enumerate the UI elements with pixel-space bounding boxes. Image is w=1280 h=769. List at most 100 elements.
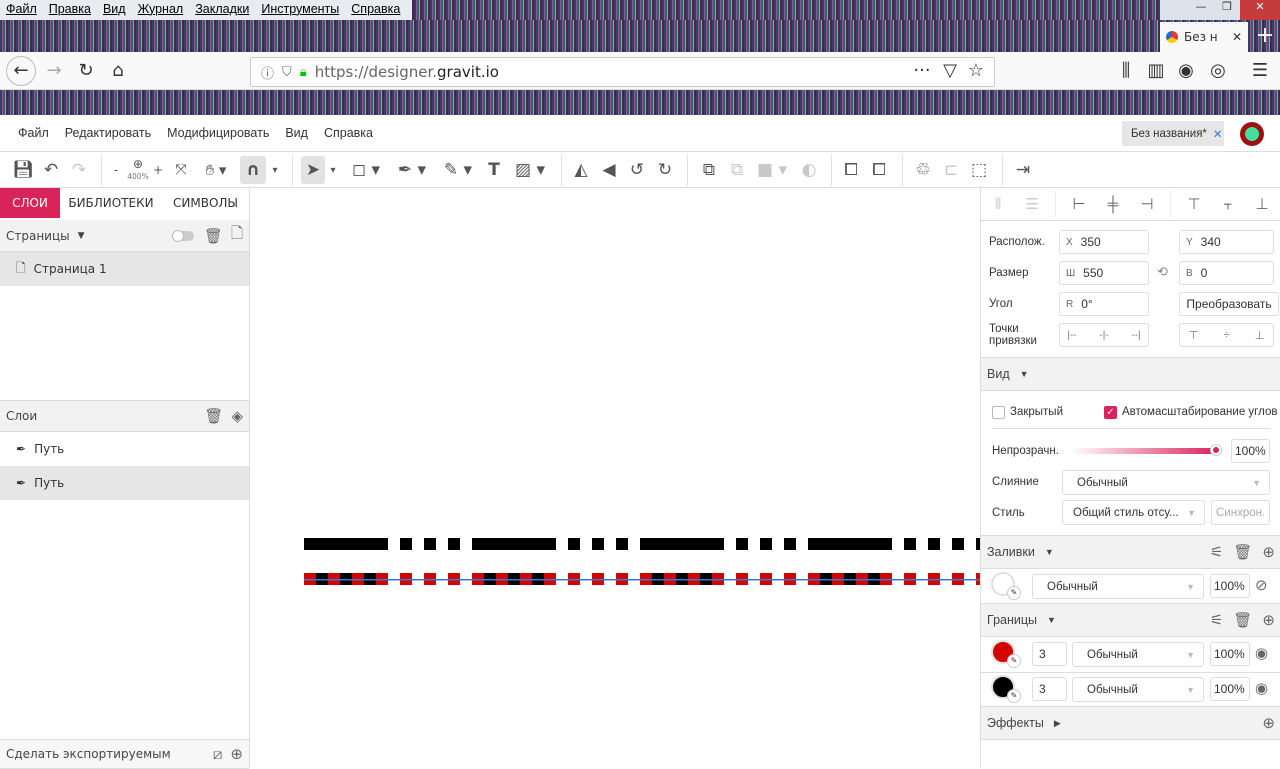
undo-icon[interactable]: ↶	[40, 156, 62, 184]
save-icon[interactable]: 💾︎	[12, 156, 34, 184]
export-icon[interactable]: ⇥	[1012, 156, 1034, 184]
select-area-icon[interactable]: ⬚	[968, 156, 990, 184]
x-field[interactable]: X 350	[1059, 230, 1149, 254]
browser-tab-active[interactable]: Без н ✕	[1160, 22, 1248, 52]
menu-modify[interactable]: Модифицировать	[167, 126, 269, 140]
border-mode-select[interactable]: Обычный ▼	[1072, 642, 1204, 667]
dash-long[interactable]	[304, 538, 388, 550]
trash-icon[interactable]: 🗑︎	[1233, 611, 1252, 629]
style-select[interactable]: Общий стиль отсу... ▼	[1062, 500, 1205, 525]
hamburger-menu-icon[interactable]: ☰	[1246, 60, 1274, 81]
eye-icon[interactable]: ◉	[1255, 679, 1268, 697]
opacity-slider-handle[interactable]	[1211, 445, 1221, 455]
rotate-right-icon[interactable]: ↻	[654, 156, 676, 184]
page-actions-icon[interactable]: ···	[908, 60, 936, 81]
zoom-out-button[interactable]: -	[110, 156, 122, 184]
dash-long[interactable]	[808, 538, 892, 550]
y-field[interactable]: Y 340	[1179, 230, 1274, 254]
dash-short[interactable]	[952, 538, 964, 550]
canvas-drawing[interactable]	[250, 188, 980, 768]
eye-hidden-icon[interactable]: ⊘	[1255, 576, 1268, 594]
link-proportions-icon[interactable]: ⟲	[1157, 264, 1168, 280]
info-icon[interactable]: ⓘ	[261, 63, 274, 82]
border-opacity-field[interactable]: 100%	[1210, 642, 1250, 666]
fill-mode-select[interactable]: Обычный ▼	[1032, 574, 1204, 599]
border-swatch-red[interactable]: ✎	[991, 640, 1027, 670]
anchor-middle-icon[interactable]: ÷	[1223, 329, 1229, 341]
chevron-right-icon[interactable]: ▶	[1054, 718, 1061, 729]
os-menu-help[interactable]: Справка	[345, 0, 406, 20]
dash-short[interactable]	[928, 538, 940, 550]
align-top-icon[interactable]: ⊤	[1177, 195, 1211, 213]
rotate-left-icon[interactable]: ↺	[626, 156, 648, 184]
menu-help[interactable]: Справка	[324, 126, 373, 140]
menu-file[interactable]: Файл	[18, 126, 49, 140]
zoom-in-button[interactable]: +	[152, 156, 164, 184]
document-tab[interactable]: Без названия* ✕	[1122, 121, 1224, 146]
os-menu-edit[interactable]: Правка	[43, 0, 97, 20]
canvas[interactable]	[250, 188, 980, 768]
anchor-right-icon[interactable]: --|	[1131, 330, 1140, 341]
redo-icon[interactable]: ↷	[68, 156, 90, 184]
dash-short[interactable]	[904, 538, 916, 550]
back-icon[interactable]: ←	[6, 56, 36, 86]
shape-tool-icon[interactable]: ◻︎ ▾	[346, 156, 386, 184]
transform-button[interactable]: Преобразовать	[1179, 292, 1279, 316]
new-tab-button[interactable]: +	[1250, 22, 1280, 52]
dash-short[interactable]	[616, 538, 628, 550]
dash-short[interactable]	[568, 538, 580, 550]
sidebar-icon[interactable]: ▥	[1142, 60, 1170, 81]
make-exportable-label[interactable]: Сделать экспортируемым	[6, 747, 213, 761]
border-width-field[interactable]: 3	[1032, 677, 1067, 701]
flip-horizontal-icon[interactable]: ◭	[570, 156, 592, 184]
os-menu-bookmarks[interactable]: Закладки	[189, 0, 255, 20]
image-tool-icon[interactable]: ▨ ▾	[510, 156, 550, 184]
send-backward-icon[interactable]: ⧠	[868, 156, 890, 184]
trash-icon[interactable]: 🗑︎	[1233, 543, 1252, 561]
home-icon[interactable]: ⌂	[104, 60, 132, 81]
close-tab-icon[interactable]: ✕	[1232, 30, 1242, 44]
os-menu-tools[interactable]: Инструменты	[255, 0, 345, 20]
fill-swatch[interactable]: ✎	[991, 572, 1027, 602]
border-opacity-field[interactable]: 100%	[1210, 677, 1250, 701]
dash-short[interactable]	[736, 538, 748, 550]
dash-long[interactable]	[640, 538, 724, 550]
trash-icon[interactable]: 🗑︎	[204, 407, 223, 425]
pointer-tool-icon[interactable]: ➤	[301, 156, 325, 184]
boolean-ops-icon[interactable]: ■ ▾	[752, 156, 792, 184]
anchor-center-icon[interactable]: -|-	[1099, 330, 1108, 341]
align-left-icon[interactable]: ⊢	[1062, 195, 1096, 213]
sync-button[interactable]: Синхрон.	[1211, 500, 1270, 525]
add-page-icon[interactable]: 🗋	[231, 223, 243, 248]
dash-short[interactable]	[592, 538, 604, 550]
closed-checkbox[interactable]	[992, 406, 1005, 419]
align-bottom-icon[interactable]: ⊥	[1245, 195, 1279, 213]
align-center-h-icon[interactable]: ╪	[1096, 196, 1130, 213]
eyedropper-icon[interactable]: ✎	[1007, 586, 1021, 600]
distribute-horizontal-icon[interactable]: ⫴	[981, 196, 1015, 213]
tab-symbols[interactable]: СИМВОЛЫ	[162, 188, 249, 218]
pen-tool-icon[interactable]: ✒︎ ▾	[392, 156, 432, 184]
menu-view[interactable]: Вид	[285, 126, 308, 140]
anchor-bottom-icon[interactable]: ⊥	[1255, 329, 1265, 342]
anchor-left-icon[interactable]: |--	[1067, 330, 1076, 341]
eyedropper-icon[interactable]: ✎	[1007, 654, 1021, 668]
bring-forward-icon[interactable]: ⧠	[840, 156, 862, 184]
border-width-field[interactable]: 3	[1032, 642, 1067, 666]
add-border-icon[interactable]: ⊕	[1262, 611, 1275, 629]
connect-icon[interactable]: ⊏	[940, 156, 962, 184]
width-field[interactable]: Ш 550	[1059, 261, 1149, 285]
align-middle-icon[interactable]: ⫟	[1211, 196, 1245, 213]
restore-button[interactable]: ❐	[1214, 0, 1240, 20]
snap-magnet-icon[interactable]: ∩	[240, 156, 266, 184]
eye-icon[interactable]: ◉	[1255, 644, 1268, 662]
avatar[interactable]	[1240, 122, 1264, 146]
auto-scale-checkbox[interactable]: ✓	[1104, 406, 1117, 419]
tab-layers[interactable]: СЛОИ	[0, 188, 60, 218]
recycle-icon[interactable]: ♲	[912, 156, 934, 184]
dash-short[interactable]	[448, 538, 460, 550]
minimize-button[interactable]: —	[1188, 0, 1214, 20]
page-item[interactable]: 🗋 Страница 1	[0, 252, 249, 286]
opacity-slider[interactable]	[1071, 448, 1217, 454]
layer-item-selected[interactable]: ✒︎ Путь	[0, 466, 249, 500]
